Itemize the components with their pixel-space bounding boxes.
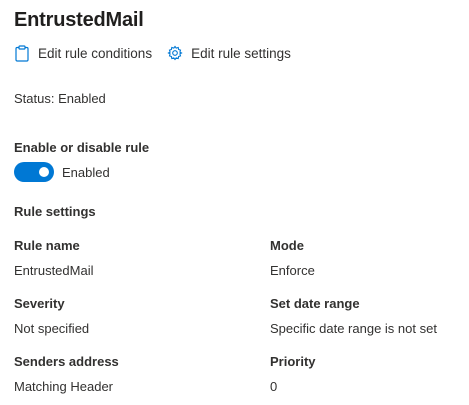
edit-rule-conditions-button[interactable]: Edit rule conditions [14,44,152,62]
senders-address-field: Senders address Matching Header [14,354,119,394]
mode-field: Mode Enforce [270,238,315,278]
field-label: Mode [270,238,304,253]
gear-icon [167,44,183,62]
priority-field: Priority 0 [270,354,316,394]
clipboard-icon [14,44,30,62]
field-value: Matching Header [14,379,113,394]
rule-name-field: Rule name EntrustedMail [14,238,93,278]
field-label: Priority [270,354,316,369]
field-label: Set date range [270,296,360,311]
field-value: 0 [270,379,278,394]
edit-rule-settings-label: Edit rule settings [191,45,291,61]
field-value: EntrustedMail [14,263,94,278]
toggle-state-label: Enabled [62,164,110,180]
enable-rule-toggle-row: Enabled [14,162,110,182]
edit-rule-conditions-label: Edit rule conditions [38,45,153,61]
field-label: Senders address [14,354,119,369]
rule-settings-heading: Rule settings [14,204,96,219]
field-value: Enforce [270,263,315,278]
action-bar: Edit rule conditions Edit rule settings [14,43,306,63]
page-title: EntrustedMail [14,9,144,31]
edit-rule-settings-button[interactable]: Edit rule settings [167,44,291,62]
date-range-field: Set date range Specific date range is no… [270,296,437,336]
enable-disable-heading: Enable or disable rule [14,140,150,155]
field-label: Rule name [14,238,80,253]
field-label: Severity [14,296,65,311]
severity-field: Severity Not specified [14,296,89,336]
enable-rule-toggle[interactable] [14,162,54,182]
field-value: Not specified [14,321,90,336]
field-value: Specific date range is not set [270,321,437,336]
status-text: Status: Enabled [14,91,106,106]
toggle-knob [39,167,49,177]
